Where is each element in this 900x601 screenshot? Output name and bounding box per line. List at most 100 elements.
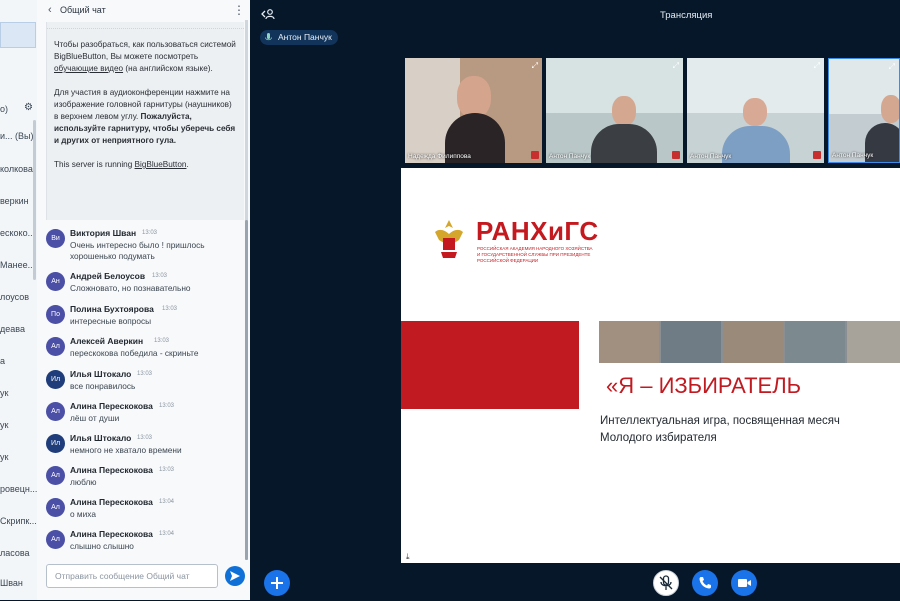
video-label: Антон Панчук — [690, 153, 732, 160]
user-list-item[interactable]: Скрипк... — [0, 516, 37, 526]
message-author: Алина Перескокова — [70, 497, 153, 507]
message-author: Алина Перескокова — [70, 529, 153, 539]
chat-message-input[interactable]: Отправить сообщение Общий чат — [46, 564, 218, 588]
user-list-scrollbar[interactable] — [33, 120, 36, 280]
user-list-item[interactable]: и... (Вы) — [0, 131, 34, 141]
send-icon — [230, 571, 240, 581]
user-list-toggle-icon[interactable] — [261, 8, 275, 23]
chat-message: Ал Алина Перескокова 13:03 люблю — [37, 463, 242, 495]
bigbluebutton-link[interactable]: BigBlueButton — [135, 160, 187, 169]
user-list-item[interactable]: лоусов — [0, 292, 29, 302]
plus-icon — [271, 577, 283, 589]
expand-icon[interactable]: ⤢ — [532, 61, 538, 71]
video-tile[interactable]: ⤢ Надежда Филиппова — [405, 58, 542, 163]
user-list-item[interactable]: а — [0, 356, 5, 366]
message-time: 13:03 — [154, 338, 170, 344]
expand-icon[interactable]: ⤢ — [889, 62, 895, 72]
mute-button[interactable] — [653, 570, 679, 596]
camera-icon — [738, 579, 751, 587]
chat-title[interactable]: Общий чат — [60, 5, 106, 15]
more-options-icon[interactable]: ⋮ — [233, 3, 245, 17]
video-label: Антон Панчук — [832, 152, 874, 159]
message-text: о миха — [70, 509, 96, 519]
leave-audio-button[interactable] — [692, 570, 718, 596]
user-list-item[interactable]: ук — [0, 388, 8, 398]
muted-badge — [672, 151, 680, 159]
user-list-selected-item[interactable] — [0, 22, 36, 48]
message-text: люблю — [70, 477, 97, 487]
slide-headline: «Я – ИЗБИРАТЕЛЬ — [606, 373, 802, 398]
download-icon[interactable]: ⤓ — [406, 552, 410, 562]
ranepa-emblem-icon — [435, 220, 463, 258]
user-list-item[interactable]: ескоко... — [0, 228, 35, 238]
welcome-text: Чтобы разобраться, как пользоваться сист… — [54, 40, 236, 61]
actions-button[interactable] — [264, 570, 290, 596]
chat-scrollbar[interactable] — [245, 20, 248, 560]
user-list-item[interactable]: Шван — [0, 578, 23, 588]
chat-message: Ал Алина Перескокова 13:04 слышно слышно — [37, 527, 242, 559]
person-silhouette — [457, 76, 491, 118]
gear-icon[interactable]: ⚙ — [24, 102, 33, 113]
slide-red-bar — [401, 321, 579, 409]
message-text: лёш от души — [70, 413, 120, 423]
chat-message: Ви Виктория Шван 13:03 Очень интересно б… — [37, 226, 242, 266]
avatar: Ил — [46, 370, 65, 389]
message-author: Алексей Аверкин — [70, 336, 144, 346]
message-time: 13:03 — [142, 230, 158, 236]
user-list-item[interactable]: ровецн... — [0, 484, 37, 494]
ranepa-logo-subtitle: РОССИЙСКАЯ АКАДЕМИЯ НАРОДНОГО ХОЗЯЙСТВА … — [477, 246, 593, 263]
user-list-item[interactable]: ук — [0, 452, 8, 462]
person-silhouette — [591, 124, 657, 163]
user-list-item[interactable]: колкова — [0, 164, 33, 174]
message-time: 13:03 — [162, 306, 178, 312]
chat-message: Ал Алексей Аверкин 13:03 перескокова поб… — [37, 334, 242, 366]
photo-segment — [785, 321, 845, 363]
photo-segment — [661, 321, 721, 363]
message-text: хорошенько подумать — [70, 251, 155, 261]
message-time: 13:03 — [159, 403, 175, 409]
video-tile[interactable]: ⤢ Антон Панчук — [546, 58, 683, 163]
person-silhouette — [881, 95, 899, 123]
chat-panel: ‹ Общий чат ⋮ Чтобы разобраться, как пол… — [37, 0, 251, 600]
avatar: Ал — [46, 337, 65, 356]
avatar: Ал — [46, 530, 65, 549]
photo-segment — [847, 321, 900, 363]
muted-badge — [531, 151, 539, 159]
tutorial-video-link[interactable]: обучающие видео — [54, 64, 123, 73]
user-list-item[interactable]: Манее... — [0, 260, 35, 270]
expand-icon[interactable]: ⤢ — [673, 61, 679, 71]
avatar: Ал — [46, 402, 65, 421]
presentation-slide: РАНХиГС РОССИЙСКАЯ АКАДЕМИЯ НАРОДНОГО ХО… — [401, 168, 900, 563]
muted-badge — [813, 151, 821, 159]
send-button[interactable] — [225, 566, 245, 586]
welcome-paragraph-server: This server is running BigBlueButton. — [54, 159, 237, 171]
presenter-badge[interactable]: Антон Панчук — [260, 30, 338, 45]
chat-scrollbar-thumb[interactable] — [245, 220, 248, 560]
user-list-item[interactable]: веркин — [0, 196, 29, 206]
user-list-item[interactable]: о) — [0, 104, 8, 114]
message-text: перескокова победила - скриньте — [70, 348, 199, 358]
user-list-item[interactable]: деава — [0, 324, 25, 334]
user-list-panel: о) ⚙ и... (Вы) колкова веркин ескоко... … — [0, 0, 38, 600]
welcome-text: . — [186, 160, 189, 169]
slide-subtitle-line: Молодого избирателя — [600, 432, 717, 444]
message-text: все понравилось — [70, 381, 136, 391]
chat-message: По Полина Бухтоярова 13:03 интересные во… — [37, 302, 242, 334]
message-time: 13:04 — [159, 499, 175, 505]
avatar: Ал — [46, 466, 65, 485]
avatar: Ви — [46, 229, 65, 248]
user-list-item[interactable]: ласова — [0, 548, 30, 558]
microphone-icon — [265, 33, 272, 41]
user-list-item[interactable]: ук — [0, 420, 8, 430]
message-author: Илья Штокало — [70, 433, 132, 443]
share-webcam-button[interactable] — [731, 570, 757, 596]
video-label: Надежда Филиппова — [408, 153, 471, 160]
expand-icon[interactable]: ⤢ — [814, 61, 820, 71]
welcome-text: (на английском языке). — [123, 64, 213, 73]
chat-message: Ил Илья Штокало 13:03 немного не хватало… — [37, 431, 242, 463]
chevron-left-icon[interactable]: ‹ — [48, 4, 52, 16]
video-tile[interactable]: ⤢ Антон Панчук — [687, 58, 824, 163]
main-area: Трансляция Антон Панчук ⤢ Надежда Филипп… — [250, 0, 900, 600]
avatar: Ал — [46, 498, 65, 517]
video-tile[interactable]: ⤢ Антон Панчук — [828, 58, 900, 163]
